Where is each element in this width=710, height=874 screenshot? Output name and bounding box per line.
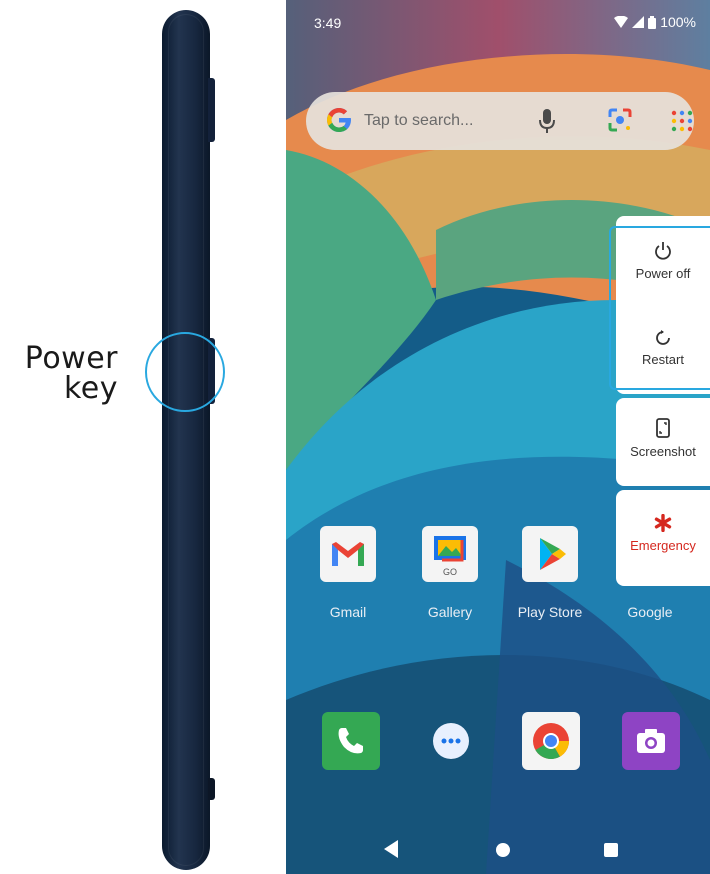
messages-app[interactable] bbox=[422, 712, 480, 770]
battery-icon bbox=[648, 15, 657, 29]
chrome-icon bbox=[533, 723, 569, 760]
side-port bbox=[208, 778, 215, 800]
phone-icon bbox=[338, 728, 363, 754]
battery-percent: 100% bbox=[660, 14, 696, 30]
camera-app[interactable] bbox=[622, 712, 680, 770]
phone-app[interactable] bbox=[322, 712, 380, 770]
navigation-bar bbox=[286, 828, 710, 874]
app-label: Google bbox=[627, 604, 673, 620]
app-label: Gallery bbox=[427, 604, 473, 620]
power-menu-highlight bbox=[609, 226, 710, 390]
app-play-store[interactable]: Play Store bbox=[510, 526, 590, 620]
camera-icon bbox=[637, 729, 665, 753]
microphone-icon[interactable] bbox=[538, 107, 556, 135]
power-key-caption: Power key bbox=[14, 344, 118, 404]
emergency-label: Emergency bbox=[630, 538, 696, 553]
app-gallery[interactable]: GO Gallery bbox=[410, 526, 490, 620]
gallery-go-badge: GO bbox=[442, 567, 457, 577]
app-label: Gmail bbox=[329, 604, 367, 620]
status-icons: 100% bbox=[614, 14, 696, 30]
emergency-icon bbox=[654, 514, 672, 532]
gmail-icon bbox=[320, 526, 376, 582]
wifi-icon bbox=[614, 16, 629, 28]
google-search-bar[interactable]: Tap to search... bbox=[306, 92, 694, 150]
screenshot-label: Screenshot bbox=[630, 444, 696, 459]
status-bar: 3:49 100% bbox=[286, 0, 710, 48]
recents-button[interactable] bbox=[604, 843, 618, 857]
app-label: Play Store bbox=[517, 604, 583, 620]
power-key-highlight-ring bbox=[145, 332, 225, 412]
screenshot-icon bbox=[656, 418, 670, 438]
apps-grid-icon[interactable] bbox=[670, 109, 694, 133]
back-button[interactable] bbox=[384, 840, 398, 858]
signal-icon bbox=[632, 16, 645, 28]
phone-screen: 3:49 100% Tap to search... Gmail GO Gall… bbox=[286, 0, 710, 874]
status-time: 3:49 bbox=[314, 15, 342, 31]
search-placeholder: Tap to search... bbox=[364, 112, 474, 129]
google-lens-icon[interactable] bbox=[606, 106, 634, 134]
home-button[interactable] bbox=[496, 843, 510, 857]
messages-icon bbox=[433, 723, 469, 759]
app-gmail[interactable]: Gmail bbox=[308, 526, 388, 620]
play-store-icon bbox=[522, 526, 578, 582]
emergency-option[interactable]: Emergency bbox=[616, 490, 710, 586]
caption-line-1: Power bbox=[24, 341, 118, 376]
gallery-icon: GO bbox=[422, 526, 478, 582]
google-logo-icon bbox=[324, 105, 354, 142]
chrome-app[interactable] bbox=[522, 712, 580, 770]
screenshot-option[interactable]: Screenshot bbox=[616, 398, 710, 486]
caption-line-2: key bbox=[63, 371, 118, 406]
volume-key[interactable] bbox=[208, 78, 215, 142]
phone-side-view bbox=[162, 10, 210, 870]
